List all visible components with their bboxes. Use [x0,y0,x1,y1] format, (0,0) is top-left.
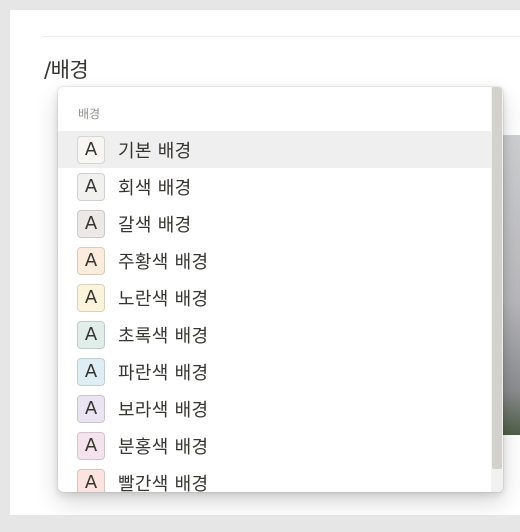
menu-item-default-background[interactable]: A 기본 배경 [58,131,491,168]
scroll-thumb[interactable] [492,87,502,469]
slash-command-menu: 배경 A 기본 배경 A 회색 배경 A 갈색 배경 A 주황색 배경 A 노란… [58,87,503,492]
menu-scrollbar[interactable] [491,87,503,492]
menu-item-brown-background[interactable]: A 갈색 배경 [58,205,491,242]
text-style-icon: A [77,394,105,423]
text-style-icon: A [77,209,105,238]
text-style-icon: A [77,468,105,492]
menu-section-header: 배경 [78,107,101,121]
menu-scroll-area[interactable]: 배경 A 기본 배경 A 회색 배경 A 갈색 배경 A 주황색 배경 A 노란… [58,87,491,492]
slash-command-text[interactable]: /배경 [44,54,89,84]
menu-item-orange-background[interactable]: A 주황색 배경 [58,242,491,279]
menu-item-label: 파란색 배경 [118,362,209,384]
menu-item-label: 주황색 배경 [118,251,209,273]
text-style-icon: A [77,172,105,201]
text-style-icon: A [77,320,105,349]
menu-item-green-background[interactable]: A 초록색 배경 [58,316,491,353]
menu-item-label: 초록색 배경 [118,325,209,347]
text-style-icon: A [77,246,105,275]
menu-item-purple-background[interactable]: A 보라색 배경 [58,390,491,427]
menu-item-label: 회색 배경 [118,177,192,199]
menu-item-label: 갈색 배경 [118,214,192,236]
menu-item-blue-background[interactable]: A 파란색 배경 [58,353,491,390]
editor-page: /배경 배경 A 기본 배경 A 회색 배경 A 갈색 배경 A 주황색 배경 … [10,10,520,515]
menu-item-gray-background[interactable]: A 회색 배경 [58,168,491,205]
menu-list: A 기본 배경 A 회색 배경 A 갈색 배경 A 주황색 배경 A 노란색 배… [58,131,491,492]
text-style-icon: A [77,431,105,460]
menu-item-red-background[interactable]: A 빨간색 배경 [58,464,491,492]
menu-item-label: 노란색 배경 [118,288,209,310]
menu-item-label: 빨간색 배경 [118,473,209,493]
menu-item-label: 분홍색 배경 [118,436,209,458]
menu-item-label: 보라색 배경 [118,399,209,421]
text-style-icon: A [77,357,105,386]
menu-item-label: 기본 배경 [118,140,192,162]
menu-item-yellow-background[interactable]: A 노란색 배경 [58,279,491,316]
text-style-icon: A [77,135,105,164]
menu-item-pink-background[interactable]: A 분홍색 배경 [58,427,491,464]
text-style-icon: A [77,283,105,312]
divider [42,36,520,37]
